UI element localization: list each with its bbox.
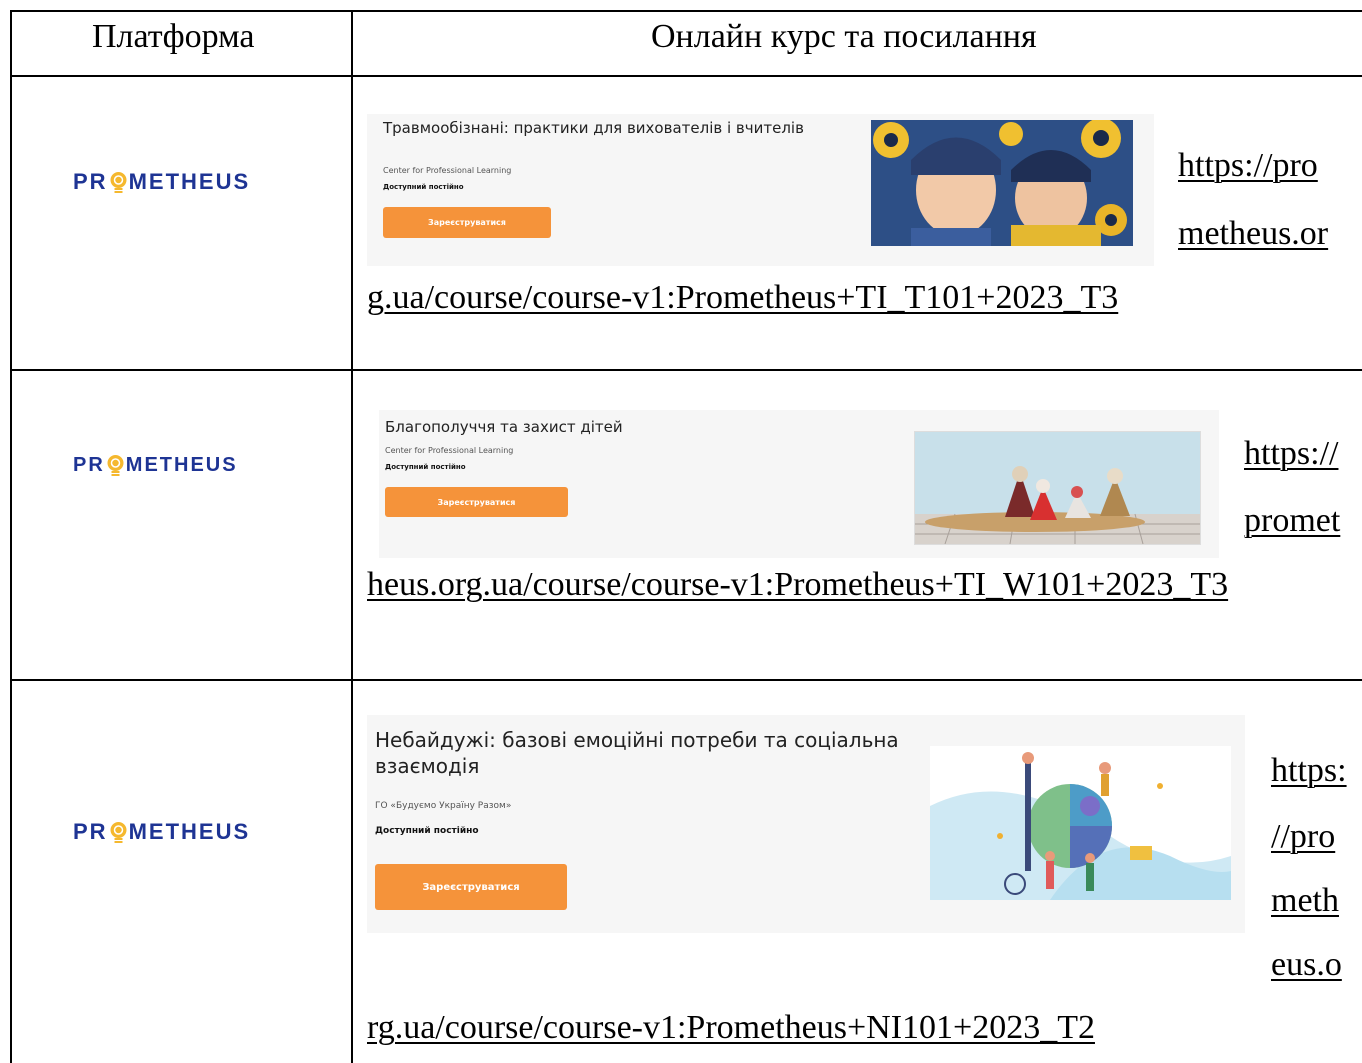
logo-text-metheus: METHEUS xyxy=(125,453,238,476)
course-link-part[interactable]: metheus.or xyxy=(1178,215,1328,253)
puzzle-people-illustration xyxy=(930,746,1231,900)
table-row-divider-2 xyxy=(10,679,1362,681)
course-organization: Center for Professional Learning xyxy=(385,446,514,455)
register-button[interactable]: Зареєструватися xyxy=(385,487,568,517)
course-link-part[interactable]: eus.o xyxy=(1271,946,1342,984)
prometheus-logo: PR METHEUS xyxy=(73,169,250,195)
course-card[interactable]: Небайдужі: базові емоційні потреби та со… xyxy=(367,715,1245,933)
course-card[interactable]: Благополуччя та захист дітей Center for … xyxy=(379,410,1219,558)
table-row-divider-header xyxy=(10,75,1362,77)
children-in-knit-hats-image xyxy=(871,120,1133,246)
register-button[interactable]: Зареєструватися xyxy=(383,207,551,238)
table-border-top xyxy=(10,10,1362,12)
logo-text-metheus: METHEUS xyxy=(128,819,251,844)
course-link-part[interactable]: promet xyxy=(1244,502,1340,540)
course-link-part[interactable]: https://pro xyxy=(1178,147,1318,185)
logo-text-metheus: METHEUS xyxy=(128,169,251,194)
course-availability: Доступний постійно xyxy=(383,183,464,191)
prometheus-logo: PR METHEUS xyxy=(73,819,250,845)
register-button[interactable]: Зареєструватися xyxy=(375,864,567,910)
lightbulb-icon xyxy=(106,454,125,478)
header-platform: Платформа xyxy=(92,18,255,55)
prometheus-logo: PR METHEUS xyxy=(73,453,238,477)
course-link-part[interactable]: g.ua/course/course-v1:Prometheus+TI_T101… xyxy=(367,279,1118,317)
course-link-part[interactable]: rg.ua/course/course-v1:Prometheus+NI101+… xyxy=(367,1009,1095,1047)
course-title: Благополуччя та захист дітей xyxy=(385,418,623,436)
course-link-part[interactable]: https:// xyxy=(1244,435,1338,473)
header-course-and-link: Онлайн курс та посилання xyxy=(651,18,1037,55)
course-link-part[interactable]: meth xyxy=(1271,882,1339,920)
table-border-left xyxy=(10,10,12,1063)
course-link-part[interactable]: heus.org.ua/course/course-v1:Prometheus+… xyxy=(367,566,1228,604)
course-organization: ГО «Будуємо Україну Разом» xyxy=(375,801,512,811)
logo-text-pr: PR xyxy=(73,819,108,844)
course-availability: Доступний постійно xyxy=(375,826,479,836)
course-title: Небайдужі: базові емоційні потреби та со… xyxy=(375,728,899,778)
table-column-divider xyxy=(351,10,353,1063)
course-card[interactable]: Травмообізнані: практики для вихователів… xyxy=(367,114,1154,266)
motanka-dolls-image xyxy=(914,431,1201,545)
logo-text-pr: PR xyxy=(73,169,108,194)
course-link-part[interactable]: https: xyxy=(1271,752,1347,790)
lightbulb-icon xyxy=(109,171,128,195)
course-link-part[interactable]: //pro xyxy=(1271,818,1335,856)
logo-text-pr: PR xyxy=(73,453,105,476)
lightbulb-icon xyxy=(109,821,128,845)
table-row-divider-1 xyxy=(10,369,1362,371)
course-title: Травмообізнані: практики для вихователів… xyxy=(383,119,804,137)
course-availability: Доступний постійно xyxy=(385,463,466,471)
course-organization: Center for Professional Learning xyxy=(383,166,512,175)
